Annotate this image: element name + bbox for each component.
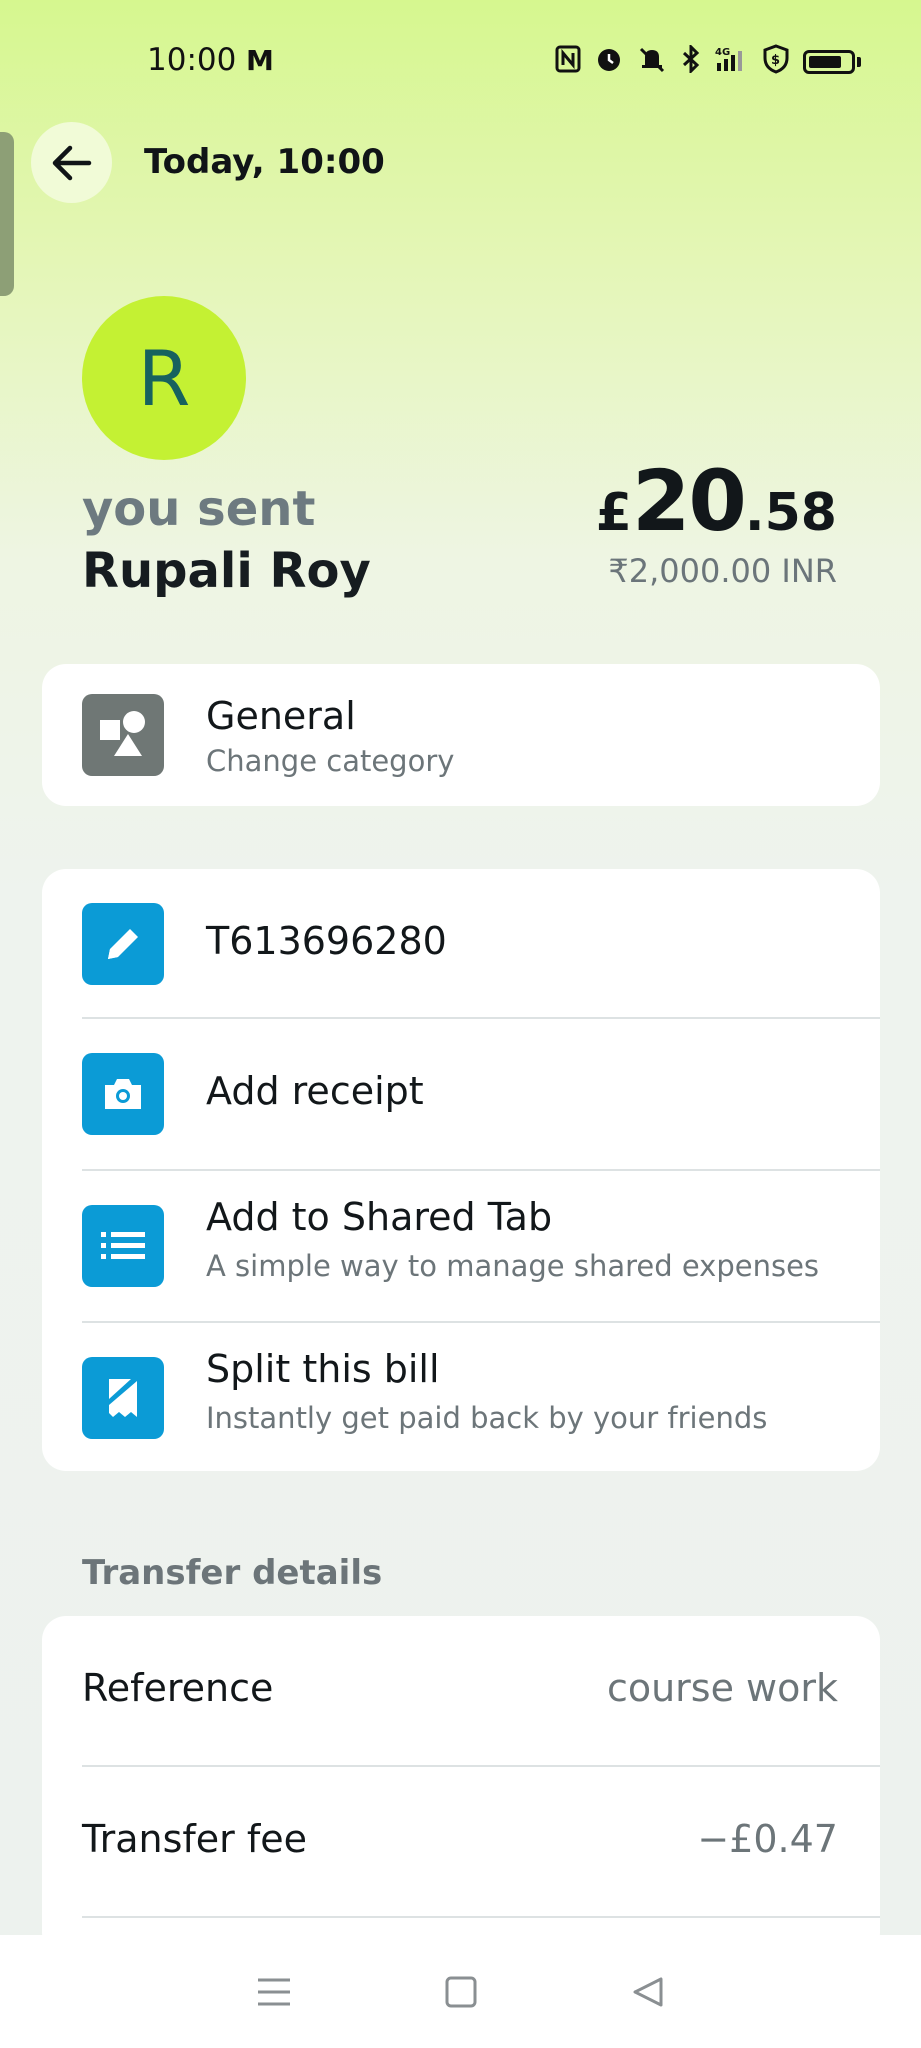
section-title-transfer-details: Transfer details [82,1553,383,1593]
shapes-icon [82,694,164,776]
svg-text:4G: 4G [715,47,730,58]
amount-decimal: .58 [744,483,837,543]
back-nav-button[interactable] [618,1962,678,2022]
shared-tab-subtitle: A simple way to manage shared expenses [206,1249,820,1283]
detail-value: course work [606,1666,838,1710]
status-time: 10:00 [147,42,237,78]
edge-panel-handle[interactable] [0,132,14,296]
transfer-details-card: Reference course work Transfer fee −£0.4… [42,1616,880,1956]
list-item-add-receipt[interactable]: Add receipt [42,1019,880,1169]
list-icon [82,1205,164,1287]
amount-converted: ₹2,000.00 INR [608,552,837,590]
battery-icon [803,50,855,74]
note-title: T613696280 [206,919,447,963]
divider [82,1916,880,1918]
signal-icon: 4G [715,45,749,79]
category-subtitle: Change category [206,744,455,778]
nfc-icon [555,45,581,79]
detail-label: Reference [82,1666,274,1710]
split-bill-title: Split this bill [206,1347,440,1391]
arrow-left-icon [52,145,91,180]
status-icons: 4G $ [555,43,861,80]
back-button[interactable] [31,122,112,203]
receipt-split-icon [82,1357,164,1439]
home-button[interactable] [431,1962,491,2022]
actions-card: T613696280 Add receipt Add to Shared Tab… [42,869,880,1471]
sent-prefix: you sent [82,481,316,537]
shield-icon: $ [763,44,789,80]
mute-icon [637,45,667,79]
detail-value: −£0.47 [697,1817,838,1861]
list-item-note[interactable]: T613696280 [42,869,880,1019]
recent-apps-button[interactable] [244,1962,304,2022]
list-item-shared-tab[interactable]: Add to Shared Tab A simple way to manage… [42,1171,880,1321]
currency-symbol: £ [595,483,632,543]
split-bill-subtitle: Instantly get paid back by your friends [206,1401,768,1435]
recipient-name: Rupali Roy [82,543,371,599]
transaction-summary: you sent Rupali Roy [82,478,502,602]
amount-whole: 20 [631,452,747,550]
shared-tab-title: Add to Shared Tab [206,1195,553,1239]
system-nav-bar [0,1935,921,2048]
page-title: Today, 10:00 [144,142,385,182]
svg-text:$: $ [771,53,780,68]
camera-icon [82,1053,164,1135]
list-item-split-bill[interactable]: Split this bill Instantly get paid back … [42,1323,880,1471]
carrier-m-icon: M [246,44,274,77]
avatar: R [82,296,246,460]
detail-label: Transfer fee [82,1817,308,1861]
battery-tip [857,57,861,67]
menu-icon [257,1978,290,2005]
category-card[interactable]: General Change category [42,664,880,806]
square-icon [445,1976,476,2007]
category-title: General [206,694,356,738]
detail-row-reference: Reference course work [42,1616,880,1766]
pencil-icon [82,903,164,985]
detail-row-transfer-fee: Transfer fee −£0.47 [42,1767,880,1917]
bluetooth-icon [681,43,701,79]
add-receipt-title: Add receipt [206,1069,424,1113]
triangle-back-icon [633,1977,662,2006]
alarm-icon [595,45,623,79]
amount-gbp: £ 20 .58 [596,452,837,550]
